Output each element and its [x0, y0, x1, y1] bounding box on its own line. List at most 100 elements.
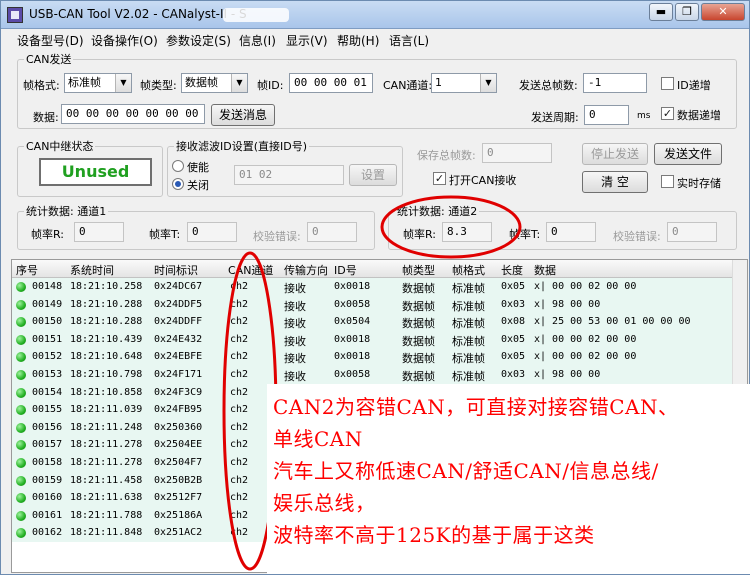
table-cell: 0x24EBFE: [154, 351, 203, 363]
table-row[interactable]: 00151 18:21:10.439 0x24E432 ch2 接收 0x0018 数据帧标…: [12, 330, 747, 349]
maximize-button[interactable]: ❐: [675, 3, 699, 21]
table-cell: 00156: [32, 421, 63, 433]
app-window: USB-CAN Tool V2.02 - CANalyst-II - S ▬ ❐…: [0, 0, 750, 575]
table-cell: 18:21:10.258: [70, 281, 143, 292]
table-cell: 0x05: [501, 281, 526, 292]
table-cell: 数据帧: [402, 282, 435, 295]
menu-help[interactable]: 帮助(H): [337, 32, 379, 49]
ch1-error-value: 0: [307, 222, 357, 242]
send-period-label: 发送周期:: [531, 111, 579, 124]
menu-info[interactable]: 信息(I): [239, 32, 276, 49]
filter-enable-radio[interactable]: [172, 160, 184, 172]
send-period-input[interactable]: 0: [584, 105, 629, 125]
table-cell: x| 98 00 00: [534, 298, 601, 310]
col-timestamp[interactable]: 时间标识: [154, 262, 198, 278]
open-can-rx-checkbox[interactable]: ✓: [433, 172, 446, 185]
chevron-down-icon: ▼: [231, 74, 247, 92]
table-row[interactable]: 00148 18:21:10.258 0x24DC67 ch2 接收 0x0018 数据帧标…: [12, 278, 747, 296]
close-button[interactable]: ✕: [701, 3, 745, 21]
menu-params[interactable]: 参数设定(S): [166, 32, 231, 49]
realtime-save-label: 实时存储: [677, 177, 721, 190]
send-file-button[interactable]: 发送文件: [654, 143, 722, 165]
minimize-button[interactable]: ▬: [649, 3, 673, 21]
filter-ids-input[interactable]: 01 02: [234, 165, 344, 185]
annotation-line-2: 单线CAN: [273, 427, 363, 451]
table-cell: 18:21:10.858: [70, 386, 143, 398]
stop-send-button[interactable]: 停止发送: [582, 143, 648, 165]
filter-disable-radio[interactable]: [172, 178, 184, 190]
send-message-button[interactable]: 发送消息: [211, 104, 275, 126]
col-length[interactable]: 长度: [501, 262, 523, 278]
can-channel-select[interactable]: 1 ▼: [431, 73, 497, 93]
col-index[interactable]: 序号: [16, 262, 38, 278]
table-cell: x| 00 00 02 00 00: [534, 281, 637, 292]
table-cell: 18:21:11.638: [70, 492, 143, 504]
id-increment-checkbox[interactable]: [661, 77, 674, 90]
table-cell: 0x0018: [334, 351, 371, 363]
data-label: 数据:: [33, 111, 59, 124]
col-data[interactable]: 数据: [534, 262, 556, 278]
table-cell: 18:21:10.648: [70, 351, 143, 363]
table-row[interactable]: 00153 18:21:10.798 0x24F171 ch2 接收 0x0058 数据帧标…: [12, 366, 747, 384]
table-row[interactable]: 00152 18:21:10.648 0x24EBFE ch2 接收 0x0018 数据帧标…: [12, 348, 747, 367]
table-cell: 0x24E432: [154, 333, 203, 345]
menu-device-model[interactable]: 设备型号(D): [17, 32, 84, 49]
col-direction[interactable]: 传输方向: [284, 262, 328, 278]
table-cell: 接收: [284, 317, 306, 331]
filter-set-button[interactable]: 设置: [349, 164, 397, 186]
total-send-frames-input[interactable]: -1: [583, 73, 647, 93]
title-bar[interactable]: USB-CAN Tool V2.02 - CANalyst-II - S ▬ ❐…: [1, 1, 749, 29]
table-cell: 接收: [284, 370, 306, 383]
save-total-input[interactable]: 0: [482, 143, 552, 163]
relay-status-legend: CAN中继状态: [26, 140, 94, 153]
data-increment-checkbox[interactable]: ✓: [661, 107, 674, 120]
menu-device-ops[interactable]: 设备操作(O): [91, 32, 158, 49]
filter-disable-label: 关闭: [187, 179, 209, 192]
realtime-save-checkbox[interactable]: [661, 175, 674, 188]
col-frame-format[interactable]: 帧格式: [452, 262, 485, 278]
col-id[interactable]: ID号: [334, 262, 357, 278]
frame-id-input[interactable]: 00 00 00 01: [289, 73, 373, 93]
table-cell: 18:21:10.288: [70, 316, 143, 328]
status-ok-icon: [16, 528, 26, 539]
table-cell: 18:21:10.439: [70, 333, 143, 345]
chevron-down-icon: ▼: [115, 74, 131, 92]
table-cell: 0x03: [501, 298, 526, 310]
clear-button[interactable]: 清 空: [582, 171, 648, 193]
table-row[interactable]: 00149 18:21:10.288 0x24DDF5 ch2 接收 0x0058 数据帧标…: [12, 295, 747, 314]
data-input[interactable]: 00 00 00 00 00 00 00 00: [61, 104, 205, 124]
table-cell: 00154: [32, 386, 63, 398]
ch1-tx-rate-label: 帧率T:: [149, 228, 181, 241]
window-title: USB-CAN Tool V2.02 - CANalyst-II - S: [29, 7, 247, 21]
col-frame-type[interactable]: 帧类型: [402, 262, 435, 278]
ch1-error-label: 校验错误:: [253, 230, 301, 243]
status-ok-icon: [16, 334, 26, 345]
ch2-tx-rate-value: 0: [546, 222, 596, 242]
frame-format-select[interactable]: 标准帧 ▼: [64, 73, 132, 93]
table-cell: 标准帧: [452, 334, 485, 348]
table-cell: 数据帧: [402, 352, 435, 366]
col-system-time[interactable]: 系统时间: [70, 262, 114, 278]
status-ok-icon: [16, 440, 26, 451]
table-cell: 00153: [32, 369, 63, 380]
status-ok-icon: [16, 510, 26, 521]
data-increment-label: 数据递增: [677, 109, 721, 122]
table-cell: 0x250B2B: [154, 474, 203, 486]
menu-language[interactable]: 语言(L): [389, 32, 429, 49]
can-channel-label: CAN通道:: [383, 79, 433, 92]
table-cell: 0x2504F7: [154, 457, 203, 468]
table-row[interactable]: 00150 18:21:10.288 0x24DDFF ch2 接收 0x0504 数据帧标…: [12, 313, 747, 332]
menu-display[interactable]: 显示(V): [286, 32, 328, 49]
table-cell: 18:21:11.278: [70, 439, 143, 451]
table-cell: 数据帧: [402, 334, 435, 348]
frame-type-select[interactable]: 数据帧 ▼: [181, 73, 248, 93]
relay-status-indicator: Unused: [39, 158, 152, 186]
status-ok-icon: [16, 387, 26, 398]
table-cell: 标准帧: [452, 370, 485, 383]
table-cell: 00158: [32, 457, 63, 468]
table-cell: 00162: [32, 527, 63, 539]
table-cell: 00149: [32, 298, 63, 310]
table-cell: 00157: [32, 439, 63, 451]
table-cell: 00151: [32, 333, 63, 345]
ch1-rx-rate-value: 0: [74, 222, 124, 242]
